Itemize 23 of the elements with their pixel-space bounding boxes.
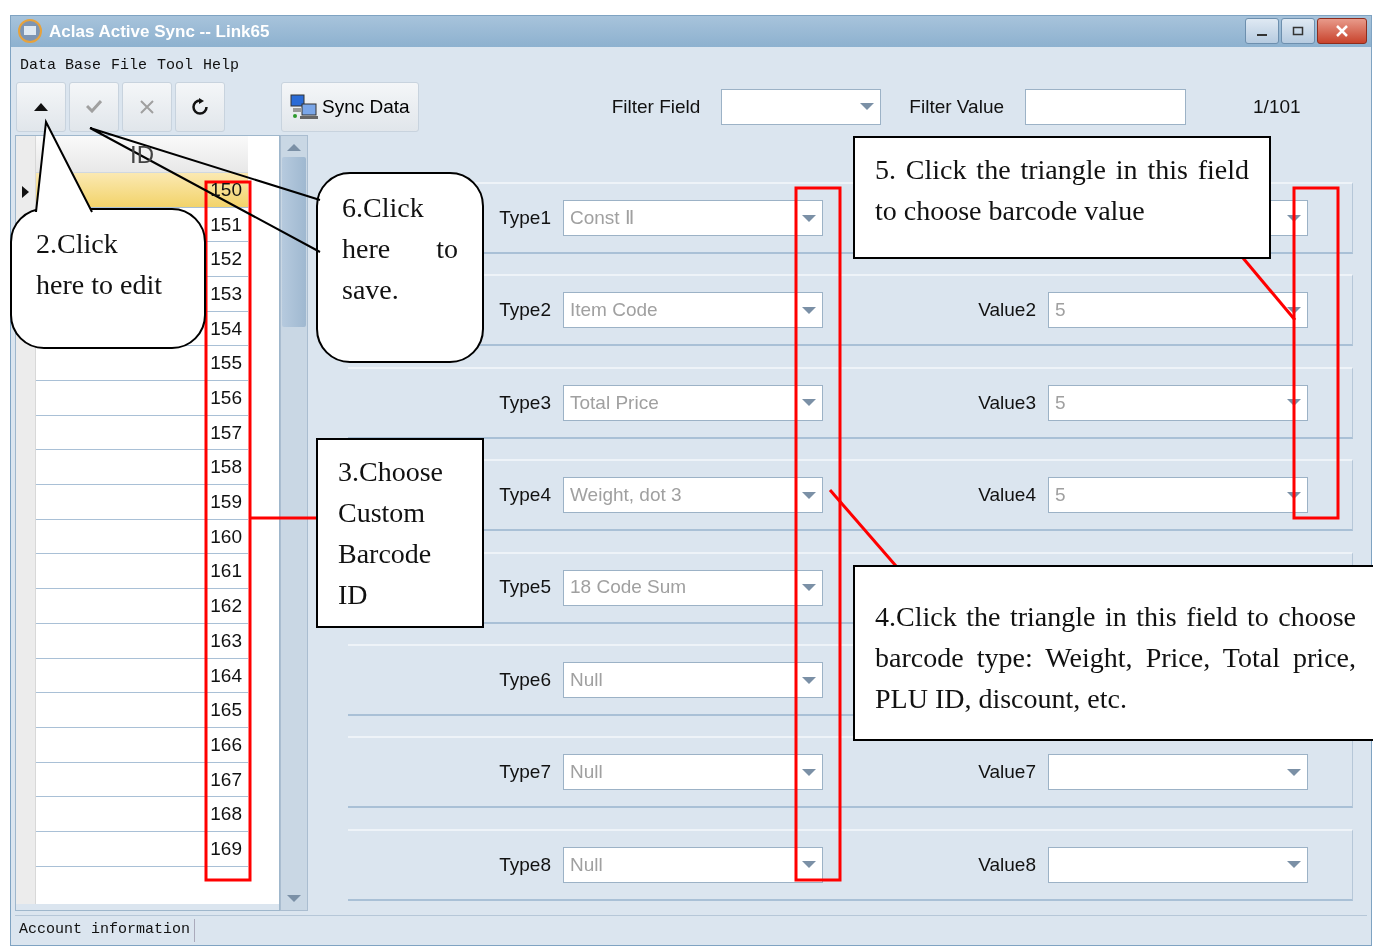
value-label: Value7 <box>978 761 1036 783</box>
record-count: 1/101 <box>1253 94 1301 119</box>
type-label: Type2 <box>499 299 551 321</box>
type-label: Type1 <box>499 206 551 228</box>
window-title: Aclas Active Sync -- Link65 <box>49 20 270 43</box>
type-label: Type5 <box>499 576 551 598</box>
callout-note: 3.Choose Custom Barcode ID <box>316 438 484 628</box>
type-label: Type7 <box>499 761 551 783</box>
type-label: Type4 <box>499 484 551 505</box>
callout-note: 5. Click the triangle in this field to choose barcode value <box>853 136 1271 259</box>
callout-note: 6.Click here to save. <box>316 172 484 363</box>
type-label: Type3 <box>499 391 551 413</box>
filter-value-label: Filter Value <box>909 94 1005 119</box>
value-label: Value8 <box>978 853 1036 875</box>
callout-note: 4.Click the triangle in this field to choose barcode type: Weight, Price, Total price, PLU ID, discount, etc. <box>853 565 1373 741</box>
filter-field-label: Filter Field <box>611 94 701 119</box>
type-label: Type6 <box>499 668 551 690</box>
type-label: Type8 <box>499 853 551 875</box>
callout-note: 2.Click here to edit <box>10 208 206 349</box>
status-text: Account information <box>15 919 196 942</box>
value-label: Value2 <box>978 299 1036 321</box>
value-label: Value4 <box>978 484 1036 505</box>
value-label: Value3 <box>978 391 1036 413</box>
